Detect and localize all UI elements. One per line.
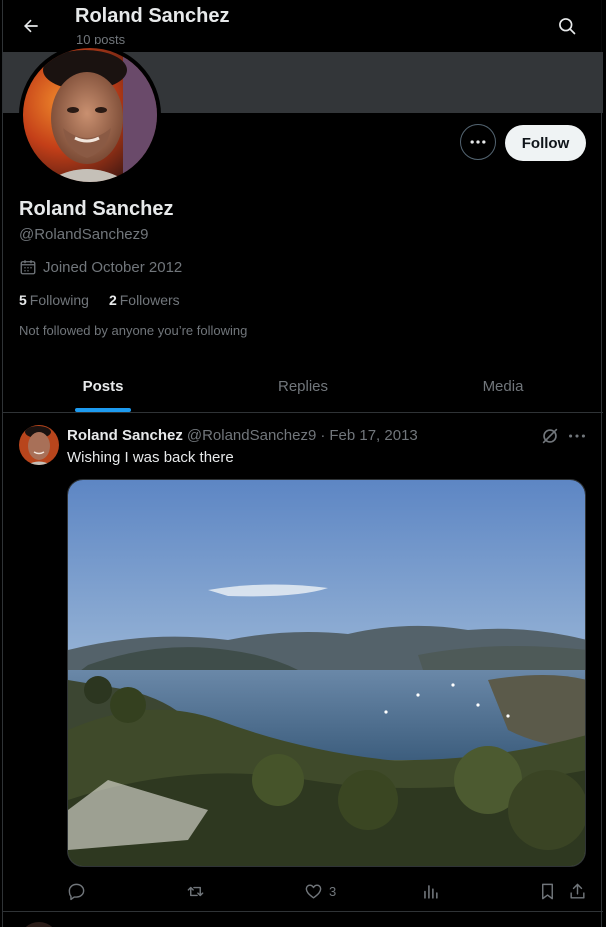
views-button[interactable] xyxy=(421,877,440,905)
profile-tabs: Posts Replies Media xyxy=(3,360,603,413)
reply-icon xyxy=(68,883,85,900)
follow-stats: 5 Following 2 Followers xyxy=(19,292,180,308)
joined-date: Joined October 2012 xyxy=(19,258,182,276)
arrow-left-icon xyxy=(24,19,38,33)
tweet-date[interactable]: Feb 17, 2013 xyxy=(329,427,417,444)
search-icon xyxy=(559,18,576,35)
tweet-avatar[interactable] xyxy=(19,425,59,465)
tab-posts[interactable]: Posts xyxy=(3,360,203,412)
joined-text: Joined October 2012 xyxy=(43,258,183,276)
next-tweet-avatar[interactable] xyxy=(19,922,59,927)
search-button[interactable] xyxy=(549,8,585,44)
repost-button[interactable] xyxy=(186,877,205,905)
more-horizontal-icon xyxy=(470,140,486,144)
tab-replies[interactable]: Replies xyxy=(203,360,403,412)
followers-count: 2 xyxy=(108,292,117,308)
tweet-actions: 3 xyxy=(59,877,591,905)
tweet-text: Wishing I was back there xyxy=(67,449,234,466)
tab-replies-label: Replies xyxy=(277,377,329,395)
profile-avatar[interactable] xyxy=(19,44,161,186)
like-button[interactable]: 3 xyxy=(304,877,336,905)
main-column: Roland Sanchez 10 posts Follow Roland Sa… xyxy=(2,0,603,927)
tab-media-label: Media xyxy=(482,377,524,395)
repost-icon xyxy=(187,886,204,896)
more-horizontal-icon xyxy=(569,434,585,438)
profile-name: Roland Sanchez xyxy=(19,198,174,220)
tweet-more-button[interactable] xyxy=(566,425,588,447)
tab-media[interactable]: Media xyxy=(403,360,603,412)
share-button[interactable] xyxy=(568,877,587,905)
tab-posts-label: Posts xyxy=(82,377,124,395)
following-label: Following xyxy=(29,292,89,308)
analytics-icon xyxy=(424,884,438,899)
following-link[interactable]: 5 Following xyxy=(19,292,89,308)
tweet-separator: · xyxy=(320,427,326,444)
tweet[interactable]: Roland Sanchez @RolandSanchez9 · Feb 17,… xyxy=(3,413,603,912)
tweet-author-name[interactable]: Roland Sanchez xyxy=(67,427,183,444)
more-options-button[interactable] xyxy=(460,124,496,160)
bookmark-button[interactable] xyxy=(538,877,557,905)
followers-label: Followers xyxy=(119,292,180,308)
bookmark-icon xyxy=(542,883,553,899)
header-title: Roland Sanchez xyxy=(75,5,230,27)
follow-button[interactable]: Follow xyxy=(505,125,586,161)
grok-icon xyxy=(542,428,558,444)
like-count: 3 xyxy=(329,883,337,899)
back-button[interactable] xyxy=(13,8,49,44)
profile-handle: @RolandSanchez9 xyxy=(19,226,149,243)
calendar-icon xyxy=(20,260,36,275)
mutual-followers-note: Not followed by anyone you’re following xyxy=(19,323,248,338)
followers-link[interactable]: 2 Followers xyxy=(109,292,180,308)
reply-button[interactable] xyxy=(67,877,86,905)
next-tweet[interactable] xyxy=(3,912,603,927)
active-tab-indicator xyxy=(75,408,131,412)
tweet-photo[interactable] xyxy=(67,479,586,867)
tweet-author-handle[interactable]: @RolandSanchez9 xyxy=(187,427,316,444)
share-icon xyxy=(570,883,585,899)
heart-icon xyxy=(305,883,322,899)
grok-button[interactable] xyxy=(539,425,561,447)
profile-page: Roland Sanchez 10 posts Follow Roland Sa… xyxy=(0,0,606,927)
following-count: 5 xyxy=(19,292,27,308)
tweet-header: Roland Sanchez @RolandSanchez9 · Feb 17,… xyxy=(67,427,418,444)
